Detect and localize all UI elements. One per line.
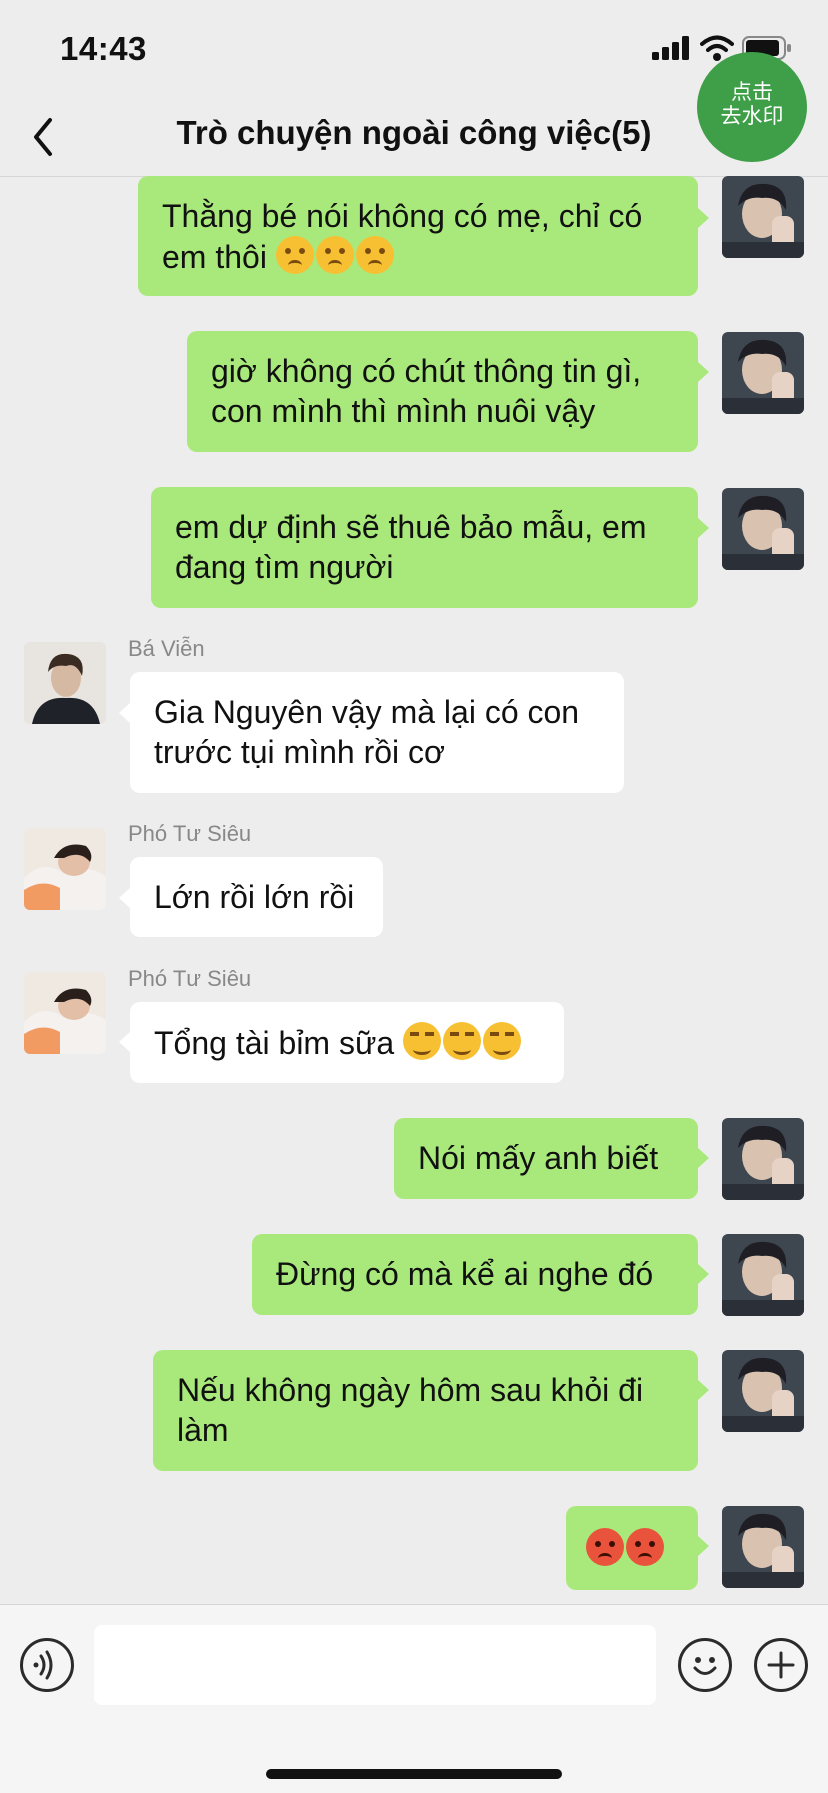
message-bubble[interactable]: giờ không có chút thông tin gì, con mình… xyxy=(187,331,698,452)
bubble-tail xyxy=(119,1032,130,1052)
bubble-tail xyxy=(698,362,709,382)
badge-line-1: 点击 xyxy=(731,81,773,104)
message-bubble[interactable] xyxy=(566,1506,698,1590)
message-bubble[interactable]: Lớn rồi lớn rồi xyxy=(130,857,383,937)
bubble-tail xyxy=(698,1536,709,1556)
message-text: Đừng có mà kể ai nghe đó xyxy=(276,1256,654,1292)
message-text: Thằng bé nói không có mẹ, chỉ có em thôi xyxy=(162,198,643,275)
message-text: Lớn rồi lớn rồi xyxy=(154,879,355,915)
bubble-tail xyxy=(698,1148,709,1168)
message-bubble[interactable]: Tổng tài bỉm sữa xyxy=(130,1002,564,1083)
home-indicator[interactable] xyxy=(266,1769,562,1779)
bubble-tail xyxy=(698,518,709,538)
avatar[interactable] xyxy=(722,1234,804,1316)
message-bubble[interactable]: Nếu không ngày hôm sau khỏi đi làm xyxy=(153,1350,698,1471)
avatar[interactable] xyxy=(24,972,106,1054)
smirk-emoji xyxy=(483,1022,522,1060)
smirk-emoji xyxy=(403,1022,442,1060)
bubble-tail xyxy=(698,208,709,228)
angry-emoji xyxy=(626,1528,664,1566)
bubble-tail xyxy=(698,1380,709,1400)
message-bubble[interactable]: Nói mấy anh biết xyxy=(394,1118,698,1199)
message-text: Nói mấy anh biết xyxy=(418,1140,659,1176)
signal-icon xyxy=(652,36,689,60)
avatar[interactable] xyxy=(722,1118,804,1200)
sender-name: Bá Viễn xyxy=(128,636,205,661)
message-text: em dự định sẽ thuê bảo mẫu, em đang tìm … xyxy=(175,509,647,585)
avatar[interactable] xyxy=(24,828,106,910)
sad-emoji xyxy=(355,236,394,274)
sad-emoji xyxy=(315,236,354,274)
message-input-bar xyxy=(0,1604,828,1793)
message-bubble[interactable]: Gia Nguyên vậy mà lại có con trước tụi m… xyxy=(130,672,624,793)
avatar[interactable] xyxy=(722,1350,804,1432)
message-bubble[interactable]: em dự định sẽ thuê bảo mẫu, em đang tìm … xyxy=(151,487,698,608)
message-bubble[interactable]: Thằng bé nói không có mẹ, chỉ có em thôi xyxy=(138,176,698,296)
voice-icon[interactable] xyxy=(20,1638,74,1692)
message-input[interactable] xyxy=(94,1625,656,1705)
message-bubble[interactable]: Đừng có mà kể ai nghe đó xyxy=(252,1234,698,1315)
remove-watermark-button[interactable]: 点击 去水印 xyxy=(697,52,807,162)
message-text: Gia Nguyên vậy mà lại có con trước tụi m… xyxy=(154,694,580,770)
sender-name: Phó Tư Siêu xyxy=(128,966,252,991)
message-text: Nếu không ngày hôm sau khỏi đi làm xyxy=(177,1372,644,1448)
message-text: giờ không có chút thông tin gì, con mình… xyxy=(211,353,642,429)
sad-emoji xyxy=(275,236,314,274)
emoji-icon[interactable] xyxy=(678,1638,732,1692)
status-time: 14:43 xyxy=(60,30,147,67)
badge-line-2: 去水印 xyxy=(720,105,784,128)
bubble-tail xyxy=(119,703,130,723)
avatar[interactable] xyxy=(722,332,804,414)
bubble-tail xyxy=(698,1264,709,1284)
message-text: Tổng tài bỉm sữa xyxy=(154,1025,395,1061)
avatar[interactable] xyxy=(722,488,804,570)
avatar[interactable] xyxy=(24,642,106,724)
sender-name: Phó Tư Siêu xyxy=(128,821,252,846)
bubble-tail xyxy=(119,888,130,908)
smirk-emoji xyxy=(443,1022,482,1060)
angry-emoji xyxy=(586,1528,624,1566)
avatar[interactable] xyxy=(722,1506,804,1588)
avatar[interactable] xyxy=(722,176,804,258)
plus-icon[interactable] xyxy=(754,1638,808,1692)
